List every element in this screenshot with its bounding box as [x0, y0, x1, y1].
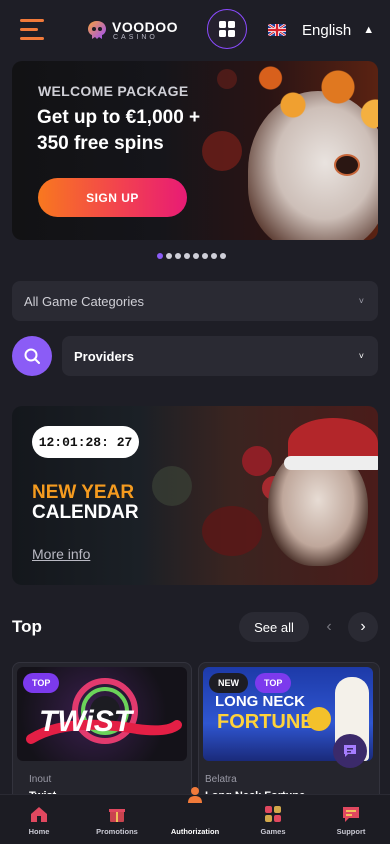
100x-coin-icon [307, 707, 331, 731]
user-icon[interactable] [183, 783, 207, 807]
logo-subtext: CASINO [113, 34, 158, 41]
carousel-dot[interactable] [202, 253, 208, 259]
carousel-dot[interactable] [193, 253, 199, 259]
search-button[interactable] [12, 336, 52, 376]
app-header: VOODOO CASINO English ▲ [0, 0, 390, 60]
language-label: English [302, 21, 352, 39]
new-badge: NEW [209, 673, 248, 693]
grid-icon [219, 21, 226, 28]
categories-label: All Game Categories [24, 293, 144, 309]
carousel-dot[interactable] [175, 253, 181, 259]
providers-select[interactable]: Providers ˅ [62, 336, 378, 376]
nav-label: Support [336, 827, 366, 836]
search-icon [24, 348, 40, 364]
nav-promotions[interactable]: Promotions [78, 795, 156, 844]
live-chat-button[interactable] [333, 734, 367, 768]
game-art-title: TWiST [39, 705, 133, 738]
hero-kicker: WELCOME PACKAGE [38, 83, 189, 99]
nav-label: Games [260, 827, 286, 836]
welcome-banner[interactable]: WELCOME PACKAGE Get up to €1,000 + 350 f… [12, 61, 378, 240]
nav-label: Authorization [170, 827, 220, 836]
nav-games[interactable]: Games [234, 795, 312, 844]
gift-icon [109, 809, 125, 822]
carousel-dot[interactable] [211, 253, 217, 259]
game-provider: Inout [29, 774, 52, 785]
carousel-dot[interactable] [166, 253, 172, 259]
new-year-calendar-banner[interactable]: 12:01:28: 27 NEW YEAR CALENDAR More info [12, 406, 378, 585]
uk-flag-icon [268, 24, 286, 36]
game-card[interactable]: TWiST TOP Inout Twist [12, 662, 192, 812]
section-title-top: Top [12, 617, 42, 636]
carousel-dot[interactable] [220, 253, 226, 259]
nav-home[interactable]: Home [0, 795, 78, 844]
calendar-title-line1: NEW YEAR [32, 482, 135, 503]
carousel-dot[interactable] [184, 253, 190, 259]
hero-title: Get up to €1,000 + 350 free spins [37, 107, 201, 154]
chat-icon [343, 807, 359, 822]
games-icon [265, 806, 281, 822]
chevron-up-icon: ▲ [363, 24, 375, 36]
game-art-title: LONG NECK [215, 693, 305, 710]
logo-text: VOODOO [112, 19, 179, 35]
home-icon [31, 807, 47, 822]
game-provider: Belatra [205, 774, 237, 785]
chat-icon [344, 745, 356, 757]
game-grid-button[interactable] [207, 9, 247, 49]
voodoo-logo-icon [88, 21, 106, 39]
chevron-left-icon[interactable]: ‹ [314, 612, 344, 642]
providers-label: Providers [74, 348, 134, 364]
menu-icon[interactable] [20, 19, 44, 41]
language-selector[interactable]: English ▲ [268, 18, 374, 42]
more-info-link[interactable]: More info [32, 546, 90, 562]
see-all-button[interactable]: See all [239, 612, 309, 642]
game-art-title: FORTUNE [217, 711, 314, 733]
chevron-down-icon: ˅ [358, 351, 364, 361]
nav-support[interactable]: Support [312, 795, 390, 844]
nav-label: Promotions [96, 827, 138, 836]
countdown-timer: 12:01:28: 27 [32, 426, 139, 458]
carousel-dot[interactable] [157, 253, 163, 259]
calendar-title-line2: CALENDAR [32, 502, 139, 523]
casino-logo[interactable]: VOODOO CASINO [86, 18, 186, 44]
game-categories-select[interactable]: All Game Categories ˅ [12, 281, 378, 321]
carousel-pagination [157, 253, 226, 259]
top-badge: TOP [255, 673, 292, 693]
nav-label: Home [28, 827, 50, 836]
chevron-down-icon: ˅ [358, 296, 364, 306]
top-badge: TOP [23, 673, 60, 693]
chevron-right-icon[interactable]: › [348, 612, 378, 642]
sign-up-button[interactable]: SIGN UP [38, 178, 187, 217]
